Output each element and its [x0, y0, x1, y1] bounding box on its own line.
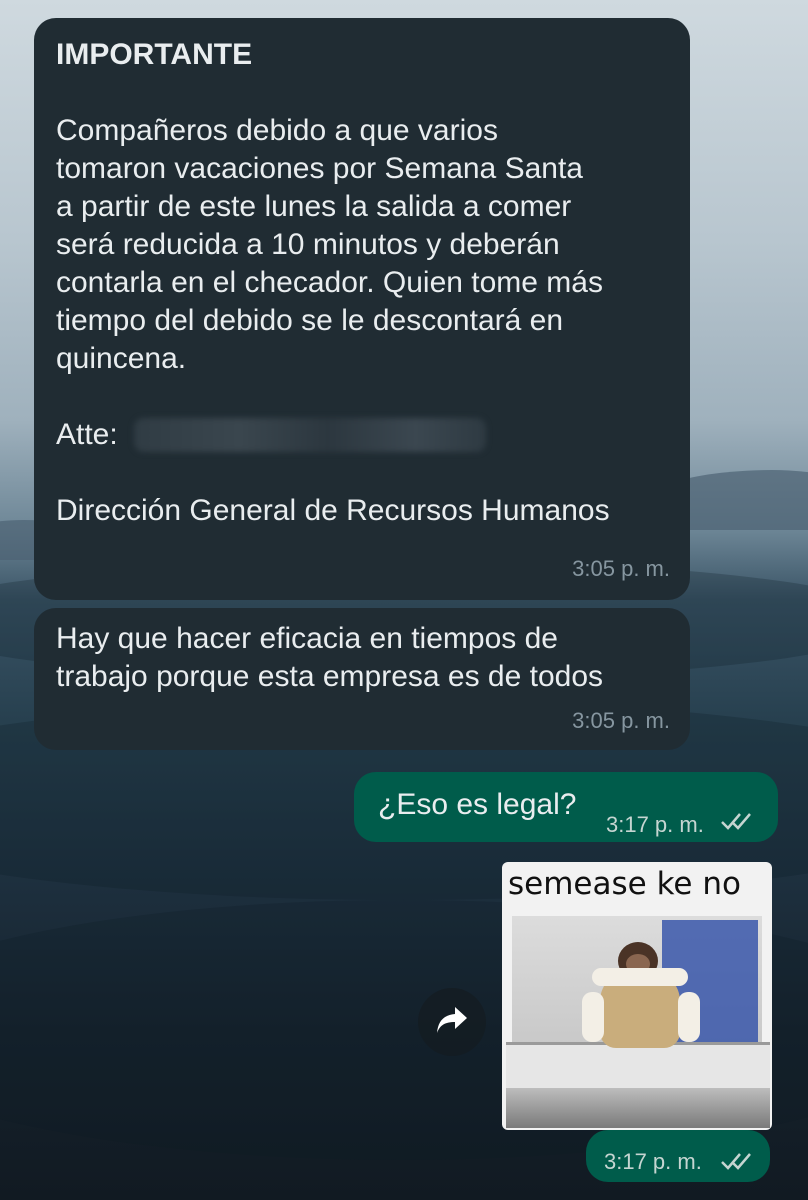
message-timestamp: 3:17 p. m.: [606, 812, 704, 837]
message-body: ¿Eso es legal?: [378, 788, 577, 821]
forward-button[interactable]: [418, 988, 486, 1056]
double-check-icon: [720, 804, 752, 842]
meme-caption: semease ke no: [508, 866, 741, 902]
incoming-message-bubble[interactable]: Hay que hacer eficacia en tiempos de tra…: [34, 608, 690, 750]
message-timestamp: 3:05 p. m.: [572, 556, 670, 581]
message-body: Hay que hacer eficacia en tiempos de tra…: [56, 622, 604, 693]
message-timestamp: 3:17 p. m.: [604, 1149, 702, 1174]
forward-arrow-icon: [435, 1005, 469, 1040]
message-signature: Atte:: [56, 416, 668, 454]
meme-floor: [506, 1088, 770, 1128]
double-check-icon: [720, 1144, 752, 1182]
outgoing-message-bubble[interactable]: ¿Eso es legal? 3:17 p. m.: [354, 772, 778, 842]
meme-sticker-image[interactable]: semease ke no: [502, 862, 772, 1130]
message-timestamp: 3:05 p. m.: [572, 708, 670, 733]
redacted-name: [134, 418, 486, 452]
message-body: Compañeros debido a que varios tomaron v…: [56, 114, 603, 375]
message-title: IMPORTANTE: [56, 38, 253, 71]
message-department: Dirección General de Recursos Humanos: [56, 494, 610, 527]
atte-label: Atte:: [56, 418, 118, 451]
incoming-message-bubble[interactable]: IMPORTANTE Compañeros debido a que vario…: [34, 18, 690, 600]
outgoing-message-timestamp-pill: 3:17 p. m.: [586, 1130, 770, 1182]
monkey-figure: [582, 942, 712, 1052]
